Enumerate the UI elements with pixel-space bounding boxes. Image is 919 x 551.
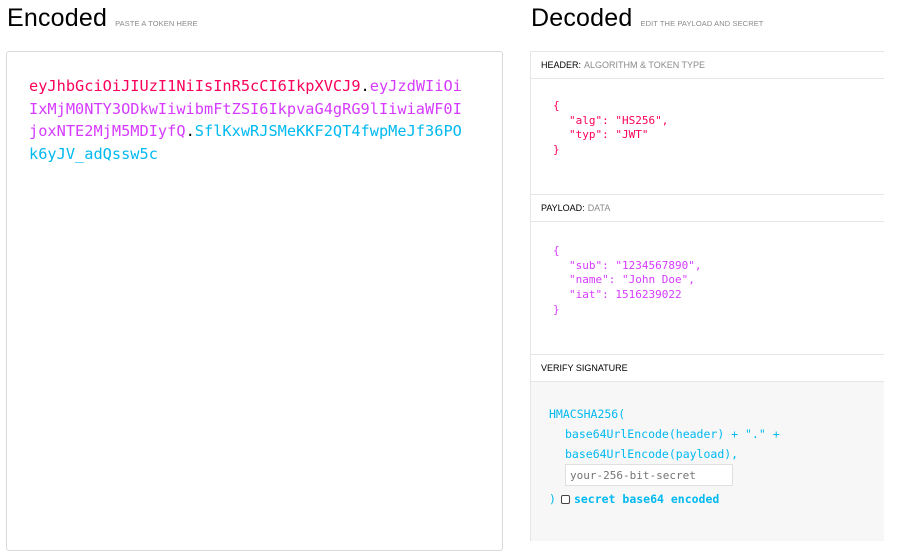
header-label: HEADER: [541,60,582,70]
verify-section-title: VERIFY SIGNATURE [530,354,884,381]
payload-json-editor[interactable]: { "sub": "1234567890", "name": "John Doe… [530,221,884,354]
header-sublabel: ALGORITHM & TOKEN TYPE [584,60,706,70]
secret-input[interactable] [565,464,733,486]
decoded-heading: Decoded EDIT THE PAYLOAD AND SECRET [531,4,764,33]
encoded-token-text[interactable]: eyJhbGciOiJIUzI1NiIsInR5cCI6IkpXVCJ9.eyJ… [29,75,469,165]
json-line: "name": "John Doe", [569,273,695,287]
decoded-panel: HEADER: ALGORITHM & TOKEN TYPE { "alg": … [530,51,919,541]
json-line: "alg": "HS256", [569,113,669,127]
json-line: } [553,143,560,157]
json-line: "iat": 1516239022 [569,288,682,302]
secret-base64-checkbox[interactable] [560,494,570,504]
decoded-subtitle: EDIT THE PAYLOAD AND SECRET [640,19,764,28]
verify-signature-panel: HMACSHA256( base64UrlEncode(header) + ".… [530,381,884,541]
json-line: "sub": "1234567890", [569,258,702,272]
json-line: { [553,99,560,112]
secret-base64-label[interactable]: secret base64 encoded [574,489,719,509]
payload-label: PAYLOAD: [541,203,585,213]
json-line: "typ": "JWT" [569,128,649,142]
header-section-title: HEADER: ALGORITHM & TOKEN TYPE [530,51,884,78]
hmac-payload-expression: base64UrlEncode(payload), [565,447,739,461]
token-header-part: eyJhbGciOiJIUzI1NiIsInR5cCI6IkpXVCJ9 [29,77,361,95]
payload-sublabel: DATA [587,203,611,213]
hmac-function-label: HMACSHA256( [549,407,626,421]
decoded-title: Decoded [531,4,633,32]
token-dot-2: . [185,122,195,140]
verify-label: VERIFY SIGNATURE [541,363,628,373]
payload-section-title: PAYLOAD: DATA [530,194,884,221]
encoded-subtitle: PASTE A TOKEN HERE [115,19,198,28]
header-json-editor[interactable]: { "alg": "HS256", "typ": "JWT" } [530,78,884,194]
encoded-token-editor[interactable]: eyJhbGciOiJIUzI1NiIsInR5cCI6IkpXVCJ9.eyJ… [6,51,503,551]
encoded-heading: Encoded PASTE A TOKEN HERE [7,4,198,33]
encoded-title: Encoded [7,4,108,32]
base64-checkbox-row: ) secret base64 encoded [549,489,884,509]
json-line: } [553,302,560,316]
json-line: { [553,244,560,257]
token-dot-1: . [360,77,370,95]
hmac-header-expression: base64UrlEncode(header) + "." + [565,427,780,441]
hmac-close-paren: ) [549,492,556,506]
